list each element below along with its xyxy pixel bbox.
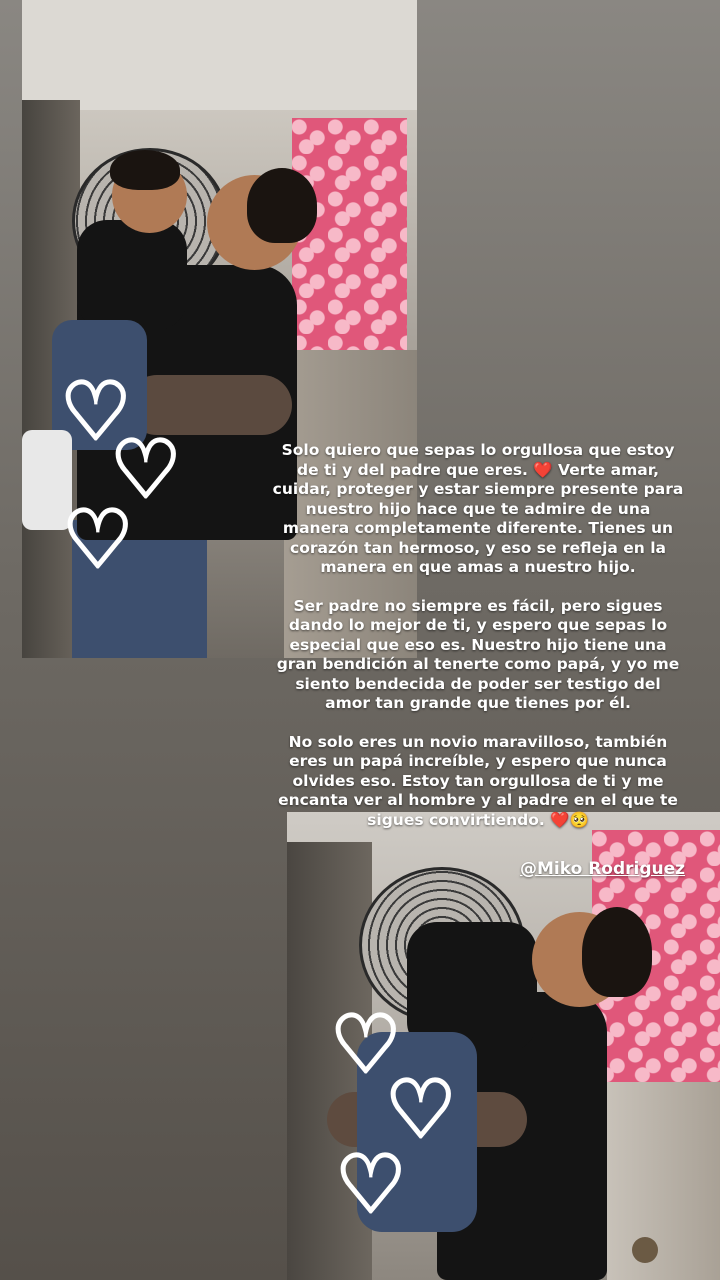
door-knob (632, 1237, 658, 1263)
caption-paragraph: Solo quiero que sepas lo orgullosa que e… (272, 441, 684, 576)
door (607, 1082, 720, 1280)
father-hair (247, 168, 317, 243)
heart-icon: ♡ (334, 1138, 409, 1231)
son-hair (110, 150, 180, 190)
wall (22, 0, 417, 110)
pink-blanket (292, 118, 407, 358)
son-shirt (77, 220, 187, 330)
caption-paragraph: No solo eres un novio maravilloso, tambi… (278, 732, 678, 829)
caption-paragraph: Ser padre no siempre es fácil, pero sigu… (276, 596, 680, 713)
heart-icon: ♡ (61, 493, 136, 586)
mention-tag[interactable]: @Miko Rodriguez (520, 859, 685, 879)
story-caption: Solo quiero que sepas lo orgullosa que e… (272, 441, 684, 849)
father-hair (582, 907, 652, 997)
